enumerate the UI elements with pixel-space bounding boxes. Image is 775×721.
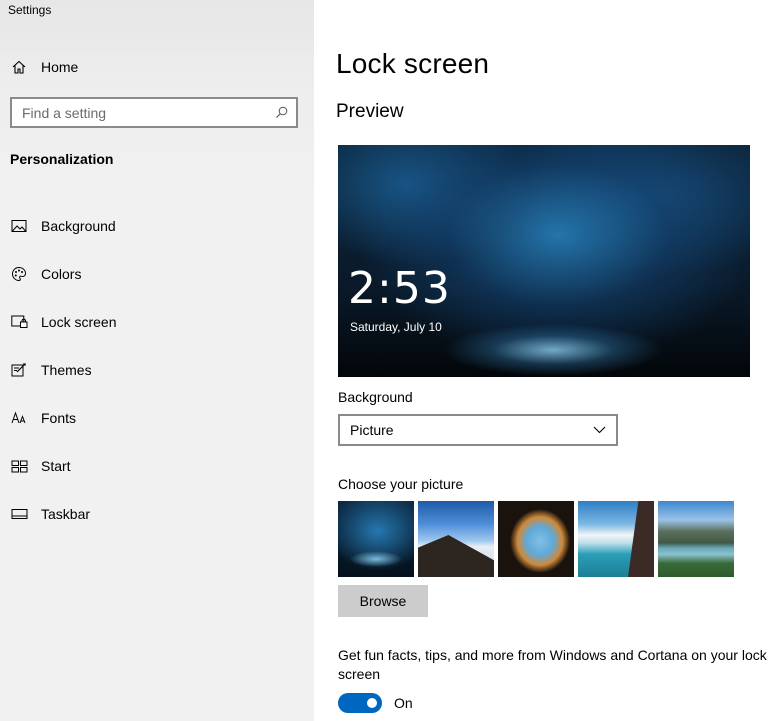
background-label: Background [338,389,413,405]
sidebar-item-label: Background [41,218,116,234]
sidebar-item-colors[interactable]: Colors [0,250,314,298]
background-dropdown-value: Picture [350,422,394,438]
palette-icon [10,265,28,283]
page-title: Lock screen [336,48,490,79]
search-placeholder: Find a setting [22,104,107,121]
lock-screen-icon [10,313,28,331]
lock-screen-preview: 2:53 Saturday, July 10 [338,145,750,377]
picture-thumbnail[interactable] [418,501,494,577]
sidebar: Settings Home Find a setting Personaliza… [0,0,314,721]
chevron-down-icon [592,423,606,437]
background-dropdown[interactable]: Picture [338,414,618,446]
picture-thumbnail[interactable] [498,501,574,577]
picture-thumbnail[interactable] [658,501,734,577]
fun-facts-toggle[interactable] [338,693,382,713]
preview-date: Saturday, July 10 [350,320,442,334]
sidebar-item-label: Taskbar [41,506,91,522]
preview-heading: Preview [336,101,404,122]
main-content: Lock screen Preview 2:53 Saturday, July … [314,0,775,721]
sidebar-item-label: Fonts [41,410,77,426]
picture-icon [10,217,28,235]
sidebar-item-start[interactable]: Start [0,442,314,490]
sidebar-item-label: Start [41,458,71,474]
home-icon [10,58,28,76]
sidebar-item-themes[interactable]: Themes [0,346,314,394]
fonts-icon [10,409,28,427]
browse-button[interactable]: Browse [338,585,428,617]
toggle-state-label: On [394,695,413,711]
sidebar-item-taskbar[interactable]: Taskbar [0,490,314,538]
sidebar-item-lock-screen[interactable]: Lock screen [0,298,314,346]
picture-thumbnail[interactable] [578,501,654,577]
fun-facts-toggle-row: On [338,693,413,713]
sidebar-item-label: Lock screen [41,314,117,330]
sidebar-item-background[interactable]: Background [0,202,314,250]
picture-thumbnails [338,501,734,577]
sidebar-item-fonts[interactable]: Fonts [0,394,314,442]
picture-thumbnail[interactable] [338,501,414,577]
taskbar-icon [10,505,28,523]
search-input[interactable]: Find a setting [10,97,298,128]
preview-time: 2:53 [348,263,451,314]
sidebar-item-label: Home [41,59,79,75]
sidebar-item-label: Colors [41,266,82,282]
start-icon [10,457,28,475]
sidebar-nav: Background Colors Lock screen Themes Fon… [0,202,314,538]
search-icon[interactable] [274,106,288,120]
choose-picture-label: Choose your picture [338,476,464,492]
fun-facts-label: Get fun facts, tips, and more from Windo… [338,647,767,682]
app-title: Settings [8,3,52,17]
sidebar-item-label: Themes [41,362,92,378]
toggle-knob [367,698,377,708]
section-heading: Personalization [10,151,114,167]
sidebar-item-home[interactable]: Home [10,56,78,78]
themes-icon [10,361,28,379]
